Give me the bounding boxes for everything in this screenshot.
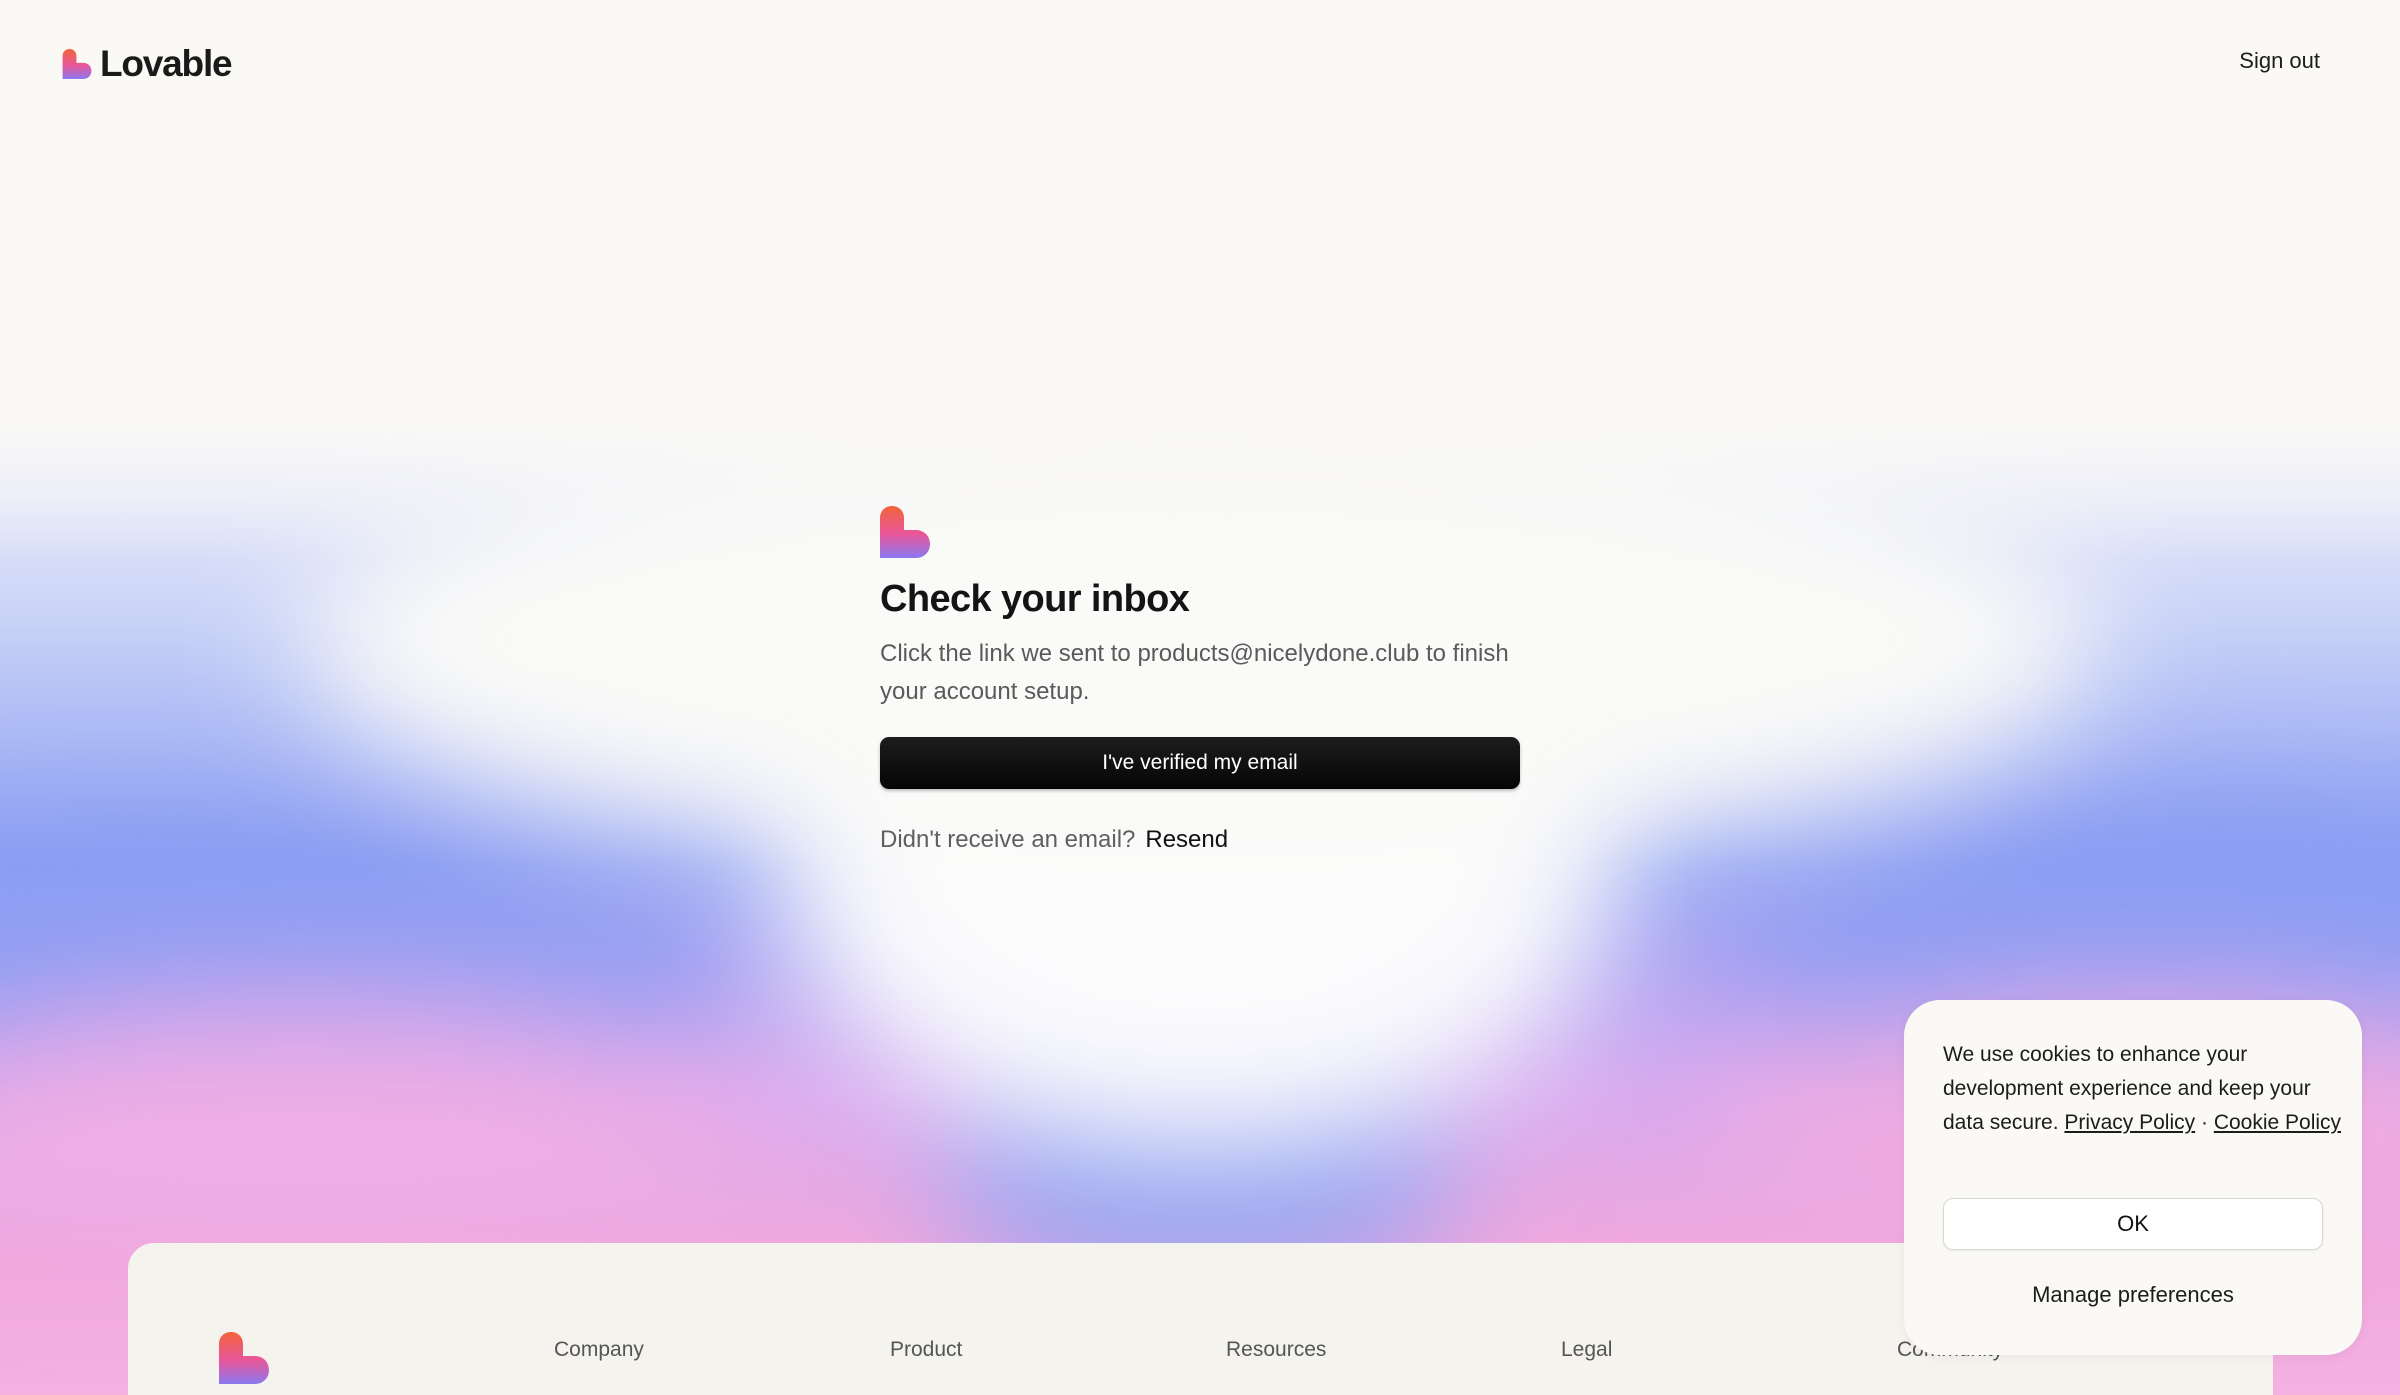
instructions-text: Click the link we sent to products@nicel… bbox=[880, 640, 1509, 705]
page: Lovable Sign out Check your inbox Click … bbox=[0, 0, 2400, 1395]
verify-email-panel: Check your inbox Click the link we sent … bbox=[880, 506, 1520, 854]
header: Lovable Sign out bbox=[0, 0, 2400, 126]
brand-name: Lovable bbox=[100, 43, 233, 84]
footer-heading-product: Product bbox=[890, 1338, 963, 1361]
verified-email-button[interactable]: I've verified my email bbox=[880, 737, 1520, 789]
cookie-banner: We use cookies to enhance your developme… bbox=[1904, 1000, 2362, 1355]
footer-heading-resources: Resources bbox=[1226, 1338, 1327, 1361]
lovable-heart-icon bbox=[62, 49, 92, 79]
resend-link[interactable]: Resend bbox=[1145, 826, 1228, 854]
manage-preferences-button[interactable]: Manage preferences bbox=[1943, 1270, 2323, 1320]
cookie-ok-button[interactable]: OK bbox=[1943, 1198, 2323, 1250]
lovable-heart-icon bbox=[219, 1332, 269, 1384]
cookie-message: We use cookies to enhance your developme… bbox=[1943, 1038, 2343, 1140]
sign-out-link[interactable]: Sign out bbox=[2239, 48, 2320, 74]
page-title: Check your inbox bbox=[880, 578, 1190, 620]
brand-logo[interactable]: Lovable bbox=[62, 42, 233, 86]
cookie-policy-link[interactable]: Cookie Policy bbox=[2214, 1111, 2341, 1134]
lovable-heart-icon bbox=[880, 506, 930, 558]
resend-row: Didn't receive an email? Resend bbox=[880, 826, 1520, 854]
footer-heading-company: Company bbox=[554, 1338, 644, 1361]
privacy-policy-link[interactable]: Privacy Policy bbox=[2064, 1111, 2195, 1134]
footer-heading-legal: Legal bbox=[1561, 1338, 1613, 1361]
resend-prompt: Didn't receive an email? bbox=[880, 826, 1136, 853]
link-separator: · bbox=[2200, 1111, 2208, 1134]
